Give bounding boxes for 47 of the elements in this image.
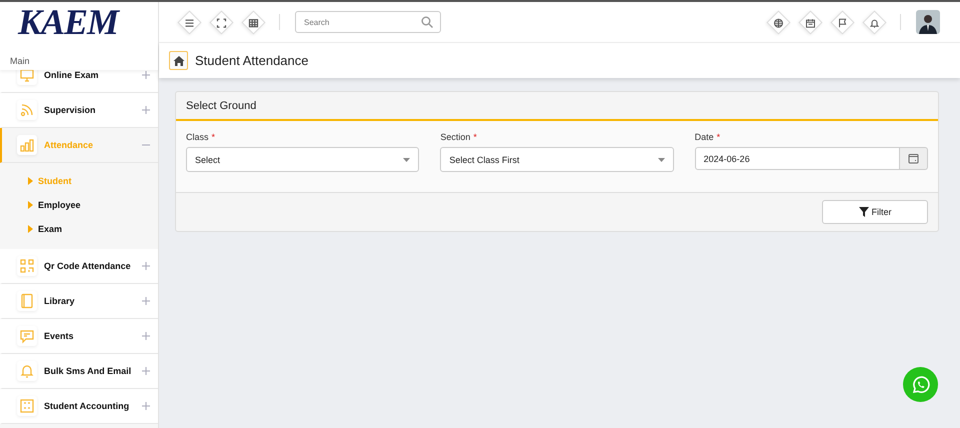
plus-icon [142,71,150,79]
book-icon [19,293,35,309]
plus-icon [142,367,150,375]
monitor-icon [19,70,35,83]
rss-icon [19,102,35,118]
sidebar-item[interactable]: Events [0,319,158,354]
caret-icon [403,158,410,162]
plus-icon [142,262,150,270]
field-label: Class * [186,132,216,142]
sidebar-item[interactable]: Student Accounting [0,389,158,424]
submenu-item[interactable]: Employee [28,193,158,217]
plus-icon [142,297,150,305]
plus-icon [142,402,150,410]
bar-chart-icon [19,137,35,153]
page-title: Student Attendance [195,53,308,68]
plus-icon [142,332,150,340]
home-icon[interactable] [169,51,188,70]
calculator-icon [19,398,35,414]
caret-icon [28,225,33,233]
bell-icon [19,363,35,379]
section-label: Main [0,42,158,70]
field-label: Date * [694,132,722,142]
qr-code-icon [19,258,35,274]
sidebar-item[interactable]: Supervision [0,93,158,128]
filter-icon [858,207,868,217]
caret-icon [28,177,33,185]
chat-icon [19,328,35,344]
caret-icon [28,201,33,209]
plus-icon [142,106,150,114]
sidebar-item[interactable]: Online Exam [0,70,158,93]
search-icon [421,16,433,28]
filter-button[interactable]: Filter [822,200,928,224]
submenu-item[interactable]: Exam [28,217,158,241]
panel-title: Select Ground [186,100,256,112]
select-field[interactable]: Select Class First [440,147,674,172]
sidebar-item[interactable]: Library [0,284,158,319]
field-label: Section * [440,132,478,142]
whatsapp-icon [910,374,930,394]
select-field[interactable]: Select [186,147,420,172]
search-field[interactable]: Search [295,11,441,33]
sidebar-item[interactable]: Bulk Sms And Email [0,354,158,389]
logo: KAEM [18,4,118,40]
avatar[interactable] [916,10,940,34]
calendar-icon[interactable] [900,147,928,170]
caret-icon [658,158,665,162]
date-field[interactable]: 2024-06-26 [694,147,900,170]
sidebar-item[interactable]: Qr Code Attendance [0,249,158,284]
